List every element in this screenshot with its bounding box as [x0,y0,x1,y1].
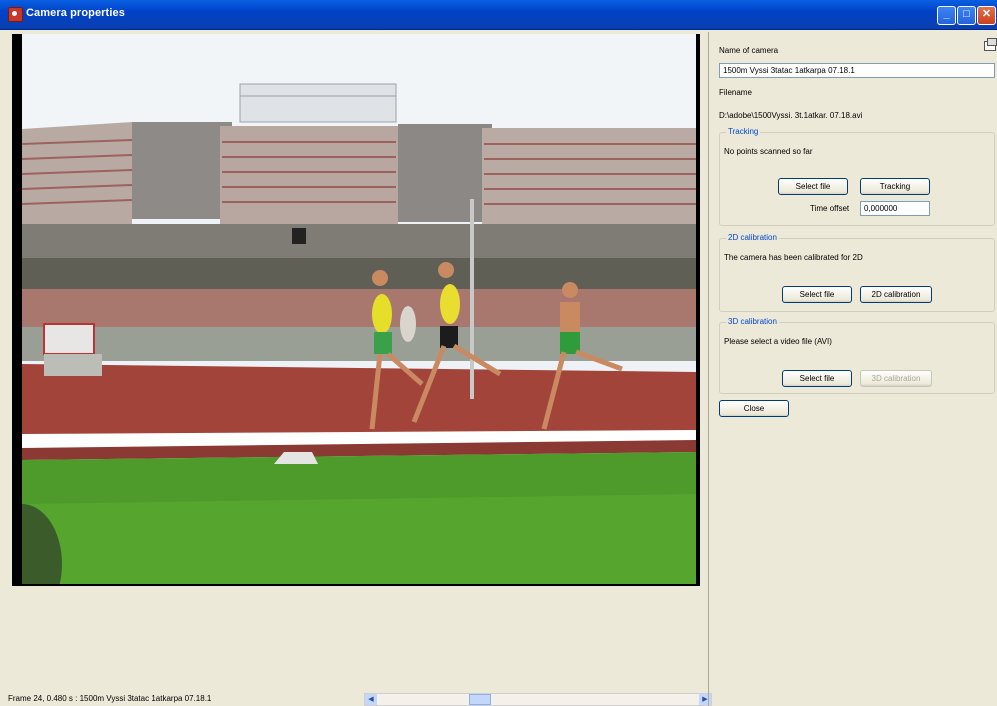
camera-name-label: Name of camera [719,46,779,55]
calibration-2d-group: 2D calibration The camera has been calib… [719,233,995,312]
tracking-legend: Tracking [726,127,761,136]
copy-icon[interactable] [984,38,997,51]
scroll-left-icon[interactable]: ◀ [365,694,377,705]
status-bar: Frame 24, 0.480 s : 1500m Vyssi 3tatac 1… [8,692,712,706]
calibration-2d-status: The camera has been calibrated for 2D [724,253,863,262]
video-frame [12,34,700,586]
properties-panel: Name of camera 1500m Vyssi 3tatac 1atkar… [708,32,997,706]
frame-scrollbar[interactable]: ◀ ▶ [364,693,712,706]
filename-value: D:\adobe\1500Vyssi. 3t.1atkar. 07.18.avi [719,111,863,120]
camera-name-input[interactable]: 1500m Vyssi 3tatac 1atkarpa 07.18.1 [719,63,995,78]
calibration-3d-group: 3D calibration Please select a video fil… [719,317,995,394]
tracking-select-file-button[interactable]: Select file [778,178,848,195]
time-offset-label: Time offset [810,204,850,213]
tracking-button[interactable]: Tracking [860,178,930,195]
calibration-2d-select-file-button[interactable]: Select file [782,286,852,303]
frame-status-text: Frame 24, 0.480 s : 1500m Vyssi 3tatac 1… [8,694,212,703]
calibration-3d-status: Please select a video file (AVI) [724,337,832,346]
minimize-button[interactable]: _ [937,6,956,25]
video-scene [22,34,696,584]
calibration-3d-button[interactable]: 3D calibration [860,370,932,387]
app-icon [8,7,23,22]
close-window-button[interactable]: ✕ [977,6,996,25]
maximize-button[interactable]: □ [957,6,976,25]
calibration-2d-button[interactable]: 2D calibration [860,286,932,303]
tracking-status: No points scanned so far [724,147,813,156]
calibration-2d-legend: 2D calibration [726,233,779,242]
calibration-3d-legend: 3D calibration [726,317,779,326]
calibration-3d-select-file-button[interactable]: Select file [782,370,852,387]
video-image[interactable] [22,34,696,584]
tracking-group: Tracking No points scanned so far Select… [719,127,995,226]
video-area-background [12,586,702,690]
scroll-thumb[interactable] [469,694,491,705]
title-bar[interactable]: Camera properties _ □ ✕ [0,0,997,30]
window-title: Camera properties [26,7,125,19]
filename-label: Filename [719,88,752,97]
time-offset-input[interactable]: 0,000000 [860,201,930,216]
close-button[interactable]: Close [719,400,789,417]
